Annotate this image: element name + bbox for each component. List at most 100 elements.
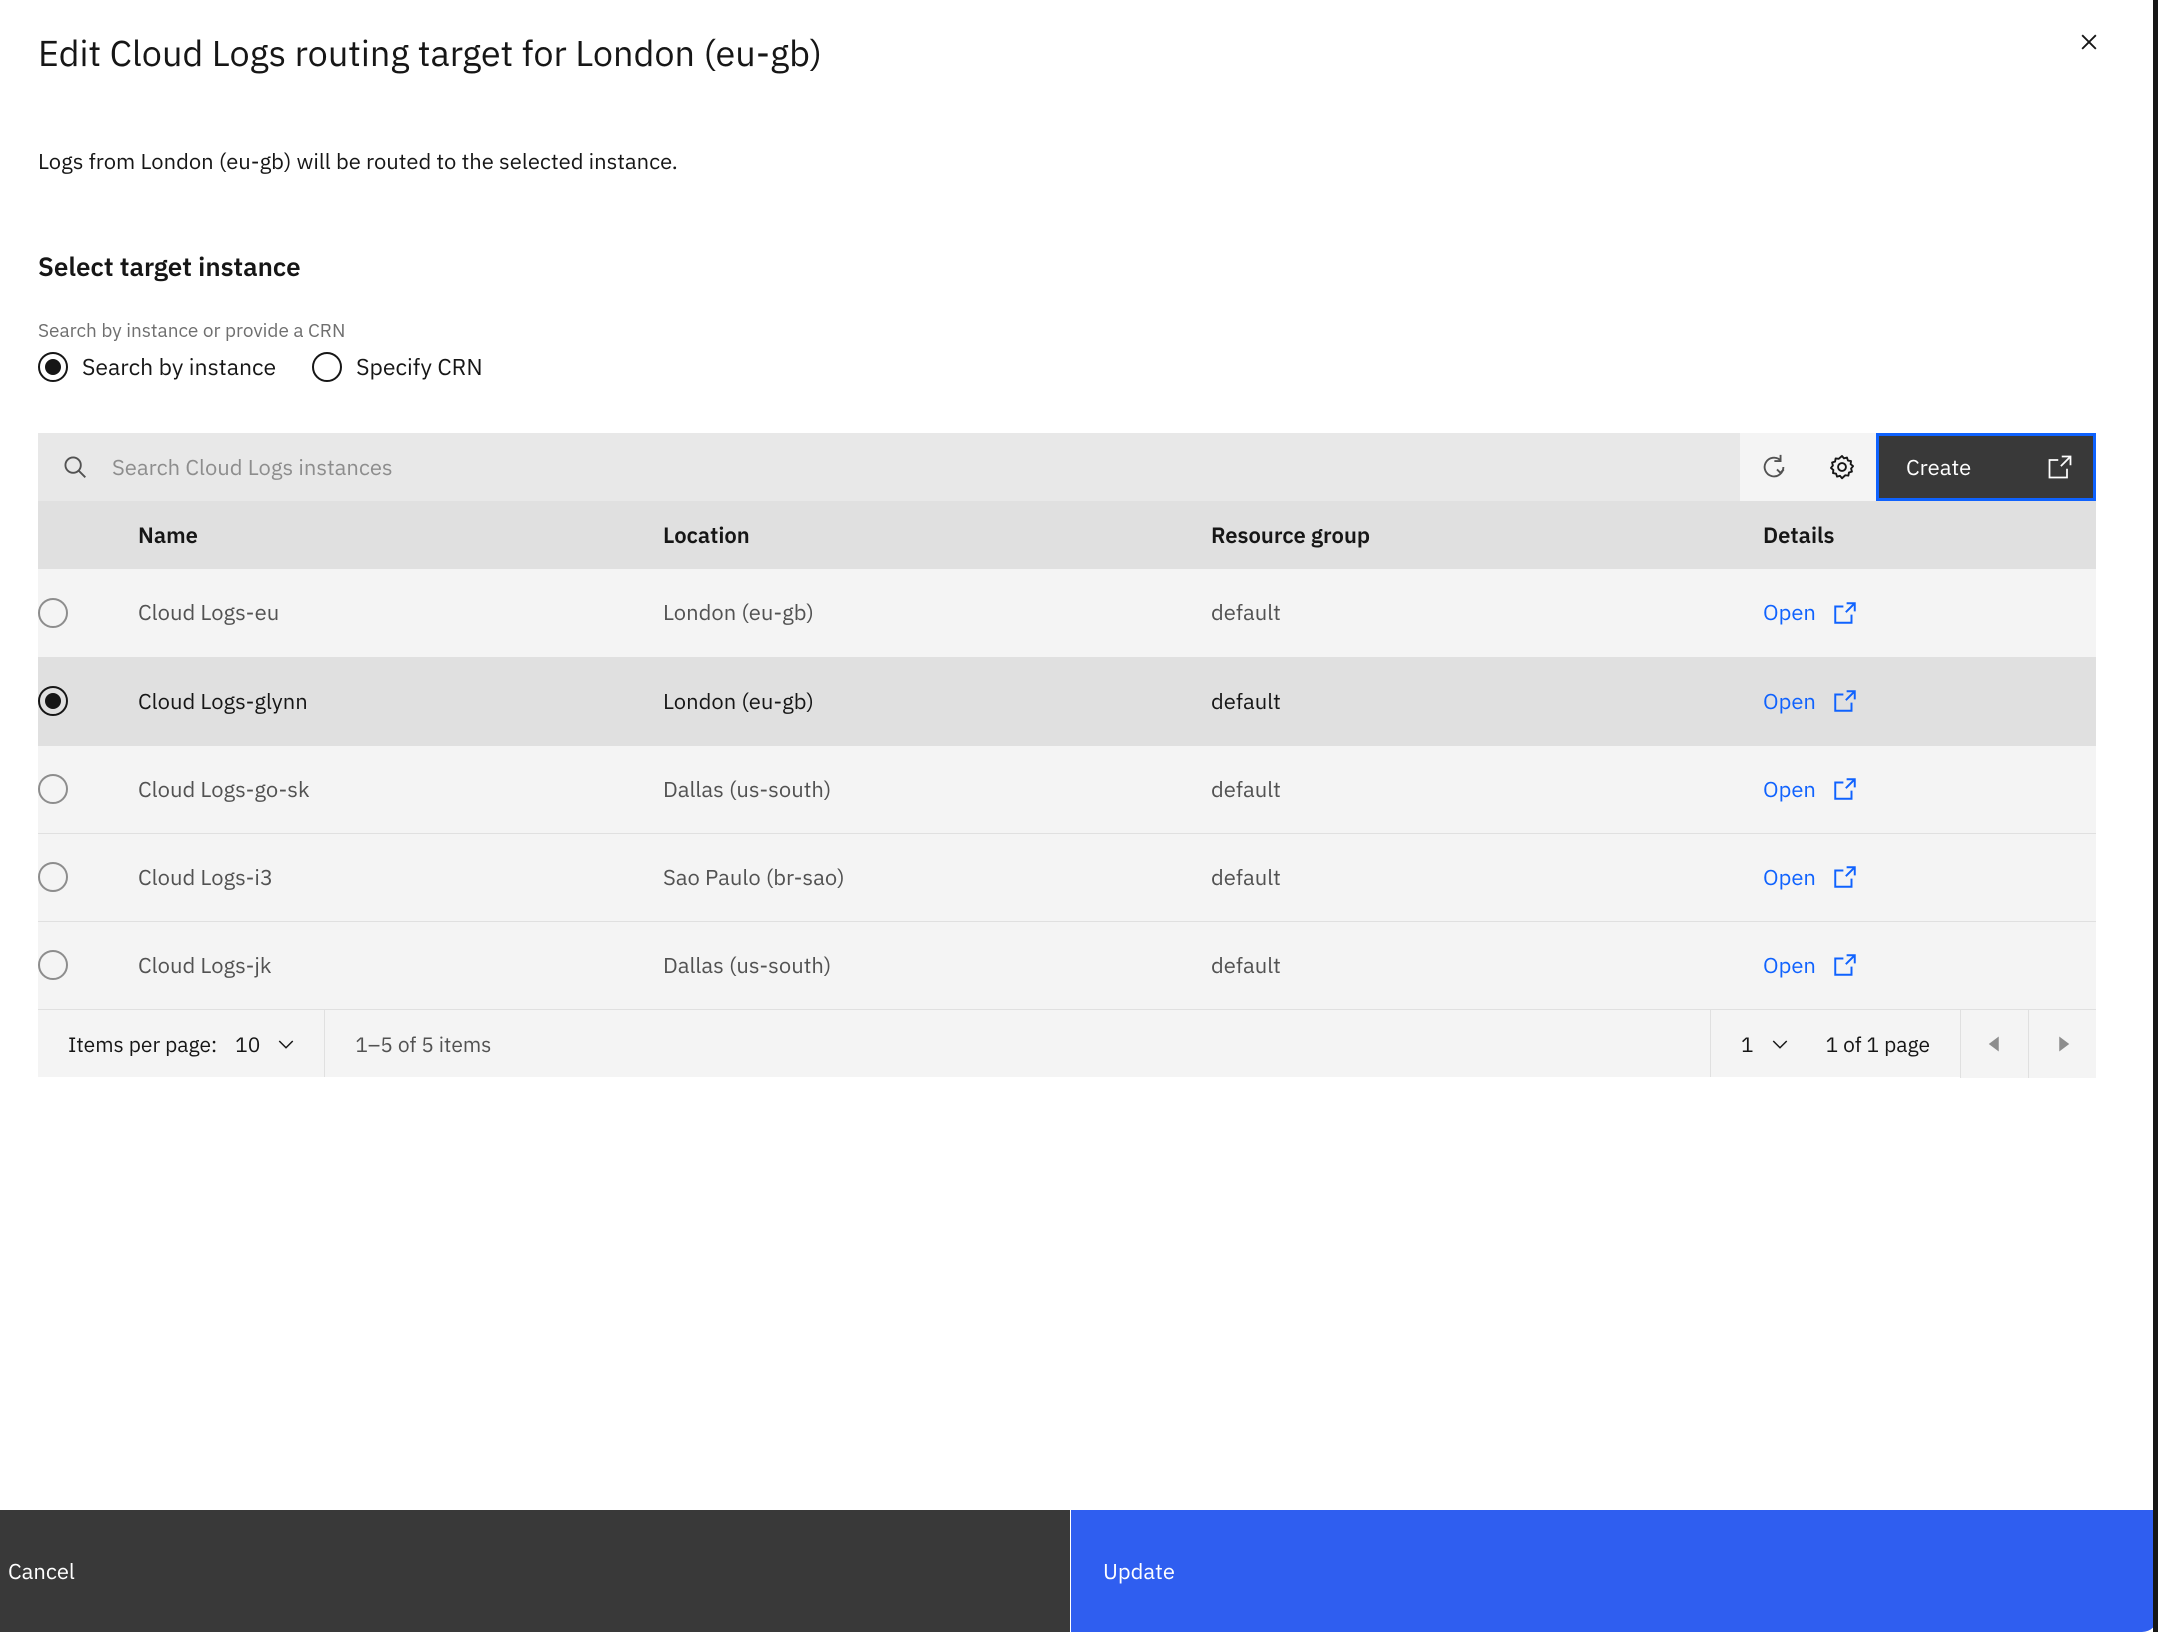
items-per-page-value: 10 xyxy=(235,1029,261,1058)
row-select-cell[interactable] xyxy=(38,920,138,1009)
radio-specify-crn-control[interactable] xyxy=(312,352,343,382)
update-button[interactable]: Update xyxy=(1071,1510,2153,1632)
action-bar: Cancel Update xyxy=(0,1510,2153,1632)
external-link-icon xyxy=(2046,453,2074,481)
caret-left-icon xyxy=(1985,1034,2005,1054)
external-link-icon xyxy=(1832,688,1858,714)
row-select-cell[interactable] xyxy=(38,656,138,745)
chevron-down-icon xyxy=(1768,1032,1792,1056)
refresh-icon xyxy=(1759,452,1789,482)
row-radio-button[interactable] xyxy=(38,597,68,628)
open-details-label: Open xyxy=(1763,862,1816,892)
row-radio-button[interactable] xyxy=(38,774,68,804)
pagination-range-text: 1–5 of 5 items xyxy=(355,1029,492,1058)
radio-specify-crn-label: Specify CRN xyxy=(356,352,483,382)
items-per-page-select[interactable]: 10 xyxy=(235,1030,298,1058)
chevron-down-icon xyxy=(274,1032,298,1056)
search-input[interactable] xyxy=(112,433,1624,501)
settings-button[interactable] xyxy=(1808,433,1876,501)
page-number-select[interactable]: 1 xyxy=(1741,1030,1792,1058)
caret-right-icon xyxy=(2053,1034,2073,1054)
row-radio-button[interactable] xyxy=(38,862,68,892)
open-details-link[interactable]: Open xyxy=(1763,775,1858,804)
cell-name: Cloud Logs-eu xyxy=(138,569,663,657)
cell-resource-group: default xyxy=(1211,744,1763,833)
cell-location: London (eu-gb) xyxy=(663,656,1211,745)
page-number-value: 1 xyxy=(1741,1029,1754,1058)
page-total-text: 1 of 1 page xyxy=(1825,1029,1930,1058)
table-row[interactable]: Cloud Logs-jk Dallas (us-south) default Ope… xyxy=(38,920,2096,1009)
row-select-cell[interactable] xyxy=(38,744,138,833)
create-button-label: Create xyxy=(1906,452,1972,482)
refresh-button[interactable] xyxy=(1740,433,1808,501)
gear-icon xyxy=(1827,452,1857,482)
instances-table-container: Create xyxy=(38,433,2096,1078)
cell-details: Open xyxy=(1763,744,2096,833)
search-container[interactable] xyxy=(38,433,1740,501)
open-details-label: Open xyxy=(1763,686,1816,716)
instances-table: Name Location Resource group Details Clo… xyxy=(38,501,2096,1009)
open-details-link[interactable]: Open xyxy=(1763,687,1858,716)
cell-details: Open xyxy=(1763,832,2096,921)
row-radio-button[interactable] xyxy=(38,686,68,716)
page-number-group: 1 1 of 1 page xyxy=(1710,1010,1960,1077)
external-link-icon xyxy=(1832,776,1858,802)
cell-name: Cloud Logs-glynn xyxy=(138,656,663,745)
side-panel: Edit Cloud Logs routing target for Londo… xyxy=(0,0,2158,1632)
cancel-button[interactable]: Cancel xyxy=(0,1510,1071,1632)
table-row[interactable]: Cloud Logs-glynn London (eu-gb) default Ope… xyxy=(38,656,2096,745)
open-details-link[interactable]: Open xyxy=(1763,863,1858,892)
section-heading: Select target instance xyxy=(38,250,301,284)
items-per-page-group: Items per page: 10 xyxy=(38,1010,326,1077)
cell-location: Dallas (us-south) xyxy=(663,920,1211,1009)
external-link-icon xyxy=(1832,864,1858,890)
column-header-details: Details xyxy=(1763,501,2096,569)
cell-name: Cloud Logs-i3 xyxy=(138,832,663,921)
open-details-label: Open xyxy=(1763,774,1816,804)
cell-resource-group: default xyxy=(1211,832,1763,921)
cell-details: Open xyxy=(1763,920,2096,1009)
panel-header: Edit Cloud Logs routing target for Londo… xyxy=(0,0,2153,112)
open-details-link[interactable]: Open xyxy=(1763,951,1858,980)
open-details-label: Open xyxy=(1763,950,1816,980)
column-header-select xyxy=(38,501,138,569)
pagination-bar: Items per page: 10 1–5 of 5 items 1 1 of… xyxy=(38,1009,2096,1078)
items-per-page-label: Items per page: xyxy=(68,1029,218,1058)
search-icon xyxy=(60,452,90,482)
next-page-button[interactable] xyxy=(2028,1010,2096,1078)
row-select-cell[interactable] xyxy=(38,832,138,921)
external-link-icon xyxy=(1832,952,1858,978)
table-row[interactable]: Cloud Logs-eu London (eu-gb) default Open xyxy=(38,569,2096,657)
cell-resource-group: default xyxy=(1211,569,1763,657)
cell-details: Open xyxy=(1763,656,2096,745)
table-row[interactable]: Cloud Logs-go-sk Dallas (us-south) default… xyxy=(38,744,2096,833)
cell-resource-group: default xyxy=(1211,920,1763,1009)
previous-page-button[interactable] xyxy=(1960,1010,2028,1078)
cell-location: Sao Paulo (br-sao) xyxy=(663,832,1211,921)
column-header-location: Location xyxy=(663,501,1211,569)
table-head: Name Location Resource group Details xyxy=(38,501,2096,569)
open-details-link[interactable]: Open xyxy=(1763,598,1858,627)
cell-details: Open xyxy=(1763,569,2096,657)
table-row[interactable]: Cloud Logs-i3 Sao Paulo (br-sao) default Op… xyxy=(38,832,2096,921)
radio-search-by-instance-label: Search by instance xyxy=(82,352,277,382)
cell-name: Cloud Logs-go-sk xyxy=(138,744,663,833)
external-link-icon xyxy=(1832,600,1858,626)
close-button[interactable] xyxy=(2055,8,2123,76)
radio-search-by-instance-control[interactable] xyxy=(38,352,68,382)
row-radio-button[interactable] xyxy=(38,950,68,981)
create-button[interactable]: Create xyxy=(1876,433,2096,501)
radio-group-legend: Search by instance or provide a CRN xyxy=(38,319,346,343)
cell-location: London (eu-gb) xyxy=(663,569,1211,657)
cell-name: Cloud Logs-jk xyxy=(138,920,663,1009)
radio-specify-crn[interactable]: Specify CRN xyxy=(312,352,483,382)
page-title: Edit Cloud Logs routing target for Londo… xyxy=(38,29,823,76)
column-header-resource-group: Resource group xyxy=(1211,501,1763,569)
open-details-label: Open xyxy=(1763,598,1816,628)
cell-location: Dallas (us-south) xyxy=(663,744,1211,833)
column-header-name: Name xyxy=(138,501,663,569)
row-select-cell[interactable] xyxy=(38,569,138,657)
cell-resource-group: default xyxy=(1211,656,1763,745)
close-icon xyxy=(2074,27,2104,57)
radio-search-by-instance[interactable]: Search by instance xyxy=(38,352,276,382)
